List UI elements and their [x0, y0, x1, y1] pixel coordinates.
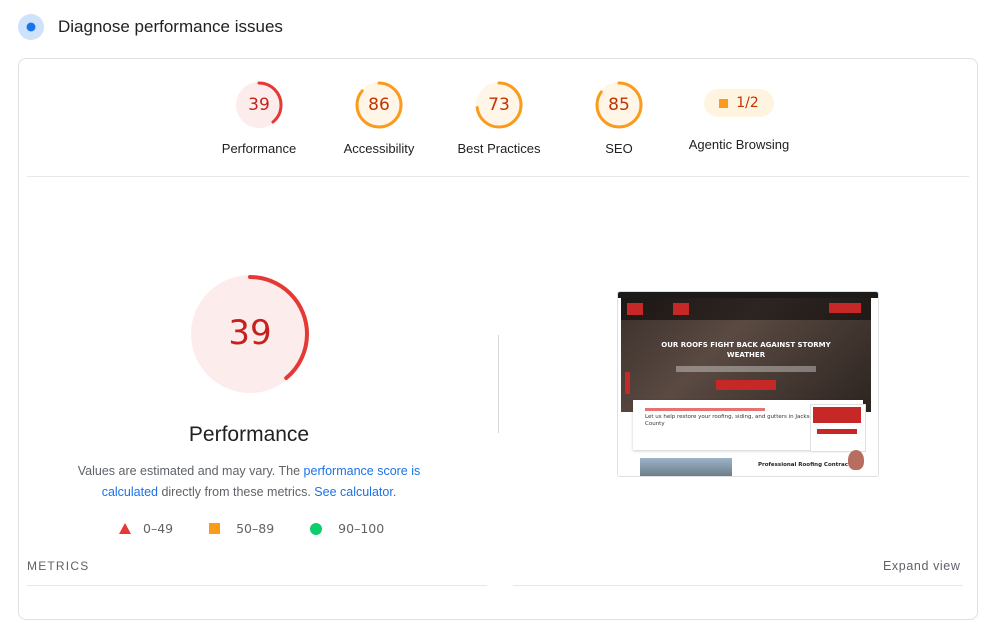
gauge-seo-score: 85	[608, 95, 630, 115]
screenshot-pro-text: Professional Roofing Contractors	[758, 462, 861, 468]
expand-view-button[interactable]: Expand view	[883, 559, 960, 573]
desc-text-1: Values are estimated and may vary. The	[77, 464, 304, 478]
gauge-best-practices[interactable]: 73 Best Practices	[439, 79, 559, 156]
screenshot-nav-active	[673, 303, 689, 315]
screenshot-chat-button	[817, 429, 857, 434]
divider	[27, 176, 969, 177]
screenshot-nav	[621, 298, 871, 320]
gauge-best-practices-label: Best Practices	[457, 141, 541, 156]
metrics-divider-left	[27, 585, 487, 586]
legend-label-pass: 90–100	[338, 521, 385, 536]
desc-text-2: directly from these metrics.	[157, 485, 315, 499]
screenshot-house-image	[640, 458, 732, 476]
score-legend: 0–49 50–89 90–100	[119, 521, 420, 536]
screenshot-hero: OUR ROOFS FIGHT BACK AGAINST STORMY WEAT…	[621, 298, 871, 412]
gauge-seo[interactable]: 85 SEO	[559, 79, 679, 156]
vertical-divider	[498, 335, 499, 433]
gauge-accessibility[interactable]: 86 Accessibility	[319, 79, 439, 156]
performance-big-label: Performance	[188, 423, 310, 446]
screenshot-button	[716, 380, 776, 390]
screenshot-chat-header	[813, 407, 861, 423]
legend-item-average: 50–89	[209, 521, 274, 536]
see-calculator-link[interactable]: See calculator	[314, 485, 393, 499]
square-icon	[209, 523, 221, 534]
screenshot-chat-popup	[810, 404, 866, 452]
gauge-best-practices-score: 73	[488, 95, 510, 115]
agentic-value: 1/2	[736, 95, 759, 111]
agentic-pill: 1/2	[704, 89, 774, 117]
category-gauges: 39 Performance 86 Accessibility 73 Best …	[19, 79, 977, 179]
gauge-seo-label: SEO	[605, 141, 633, 156]
square-icon	[719, 98, 729, 108]
gauge-accessibility-label: Accessibility	[343, 141, 415, 156]
gauge-performance-score: 39	[248, 95, 270, 115]
gauge-performance-label: Performance	[221, 141, 297, 156]
screenshot-logo	[627, 303, 643, 315]
page-title: Diagnose performance issues	[58, 17, 283, 36]
performance-big-score: 39	[228, 313, 272, 353]
desc-text-3: .	[392, 485, 397, 499]
metrics-heading: METRICS	[27, 559, 90, 573]
gauge-accessibility-score: 86	[368, 95, 390, 115]
legend-item-pass: 90–100	[310, 521, 384, 536]
gauge-performance[interactable]: 39 Performance	[199, 79, 319, 156]
header: Diagnose performance issues	[18, 14, 283, 40]
screenshot-subtext	[676, 366, 816, 372]
screenshot-side-tag	[625, 372, 630, 394]
gauge-agentic-label: Agentic Browsing	[688, 137, 790, 152]
legend-label-average: 50–89	[236, 521, 275, 536]
screenshot-avatar	[848, 450, 864, 470]
metrics-divider-right	[513, 585, 963, 586]
circle-icon	[310, 522, 323, 535]
gauge-agentic-browsing[interactable]: 1/2 Agentic Browsing	[679, 79, 799, 152]
report-card: 39 Performance 86 Accessibility 73 Best …	[18, 58, 978, 620]
screenshot-headline: OUR ROOFS FIGHT BACK AGAINST STORMY WEAT…	[661, 341, 831, 359]
triangle-icon	[119, 523, 131, 534]
legend-item-fail: 0–49	[119, 521, 173, 536]
page-screenshot[interactable]: OUR ROOFS FIGHT BACK AGAINST STORMY WEAT…	[617, 291, 879, 477]
performance-description: Values are estimated and may vary. The p…	[59, 461, 439, 503]
pagespeed-logo-icon	[18, 14, 44, 40]
screenshot-card-line	[645, 408, 765, 411]
screenshot-cta	[829, 303, 861, 313]
legend-label-fail: 0–49	[143, 521, 174, 536]
screenshot-card-text: Let us help restore your roofing, siding…	[645, 414, 817, 427]
